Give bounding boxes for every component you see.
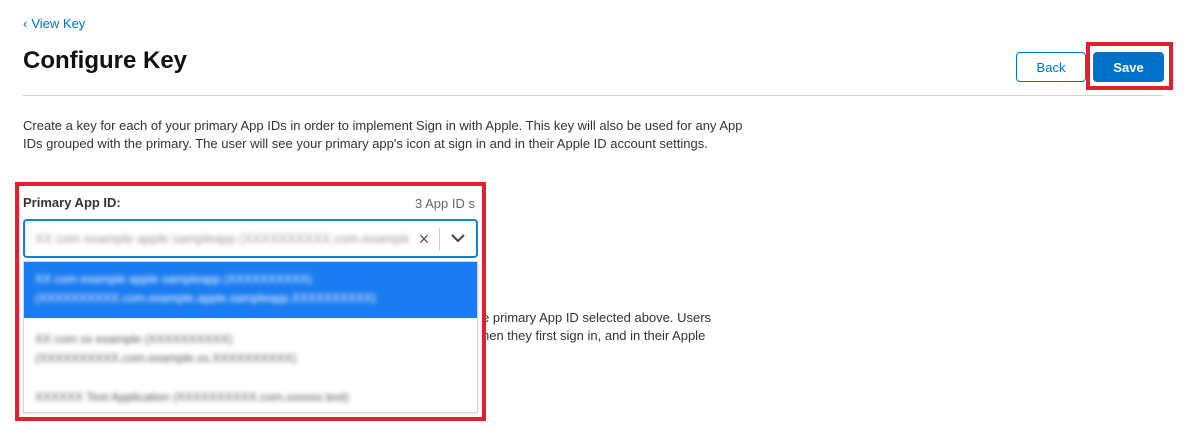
option-line-1: XX com example apple sampleapp (XXXXXXXX… — [35, 272, 312, 286]
app-id-count: 3 App ID s — [415, 196, 475, 211]
primary-app-id-label: Primary App ID: — [23, 195, 121, 210]
view-key-link[interactable]: ‹ View Key — [23, 16, 85, 31]
app-id-dropdown-menu: XX com example apple sampleapp (XXXXXXXX… — [23, 261, 478, 413]
dropdown-option[interactable]: XX com xx example (XXXXXXXXXX) (XXXXXXXX… — [24, 322, 477, 372]
clear-icon[interactable]: × — [409, 230, 439, 248]
dropdown-option[interactable]: XXXXXX Test Application (XXXXXXXXXX.com.… — [24, 380, 477, 412]
obscured-line-2: hen they first sign in, and in their App… — [482, 328, 706, 343]
save-button[interactable]: Save — [1093, 52, 1164, 82]
dropdown-option[interactable]: XX com example apple sampleapp (XXXXXXXX… — [24, 262, 477, 318]
primary-app-id-select[interactable]: XX com example apple sampleapp (XXXXXXXX… — [23, 219, 478, 258]
page-title: Configure Key — [23, 47, 188, 74]
selected-app-id: XX com example apple sampleapp (XXXXXXXX… — [35, 231, 409, 246]
back-button[interactable]: Back — [1016, 52, 1086, 82]
obscured-description: e primary App ID selected above. Users h… — [482, 309, 711, 345]
description-text: Create a key for each of your primary Ap… — [23, 118, 743, 151]
chevron-left-icon: ‹ — [23, 16, 28, 31]
option-line-1: XXXXXX Test Application (XXXXXXXXXX.com.… — [35, 390, 349, 404]
option-line-2: (XXXXXXXXXX.com.example.apple.sampleapp.… — [35, 291, 376, 305]
header-divider — [23, 95, 1163, 96]
obscured-line-1: e primary App ID selected above. Users — [482, 310, 712, 325]
option-line-2: (XXXXXXXXXX.com.example.xx.XXXXXXXXXX) — [35, 351, 297, 365]
chevron-down-icon[interactable] — [440, 234, 476, 243]
view-key-label: View Key — [31, 16, 86, 31]
option-line-1: XX com xx example (XXXXXXXXXX) — [35, 332, 233, 346]
